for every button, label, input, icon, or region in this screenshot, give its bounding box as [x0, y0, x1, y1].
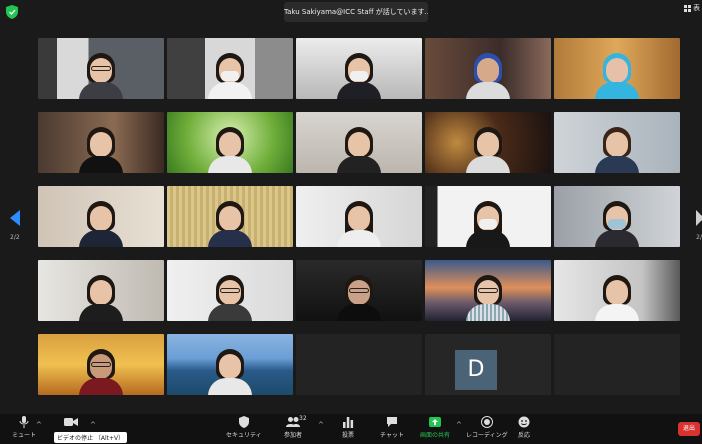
video-tile[interactable]: [38, 260, 164, 321]
mute-label: ミュート: [12, 432, 37, 439]
poll-chart-icon: [343, 417, 354, 428]
mute-button[interactable]: ミュート: [12, 416, 36, 439]
record-label: レコーディング: [466, 432, 508, 439]
poll-label: 投票: [342, 432, 355, 439]
record-button[interactable]: レコーディング: [466, 416, 508, 439]
participant-video: [208, 197, 252, 247]
security-button[interactable]: セキュリティ: [226, 416, 262, 439]
shield-icon[interactable]: [6, 5, 18, 19]
chat-label: チャット: [380, 432, 404, 439]
video-tile[interactable]: [425, 38, 551, 99]
participant-video: [208, 345, 252, 395]
participant-video: [208, 271, 252, 321]
share-screen-button[interactable]: 画面の共有: [420, 416, 450, 439]
participant-video: [466, 197, 510, 247]
participant-video: [595, 271, 639, 321]
security-label: セキュリティ: [226, 432, 262, 439]
video-tile[interactable]: [554, 112, 680, 173]
next-page-arrow[interactable]: [696, 210, 702, 226]
record-icon: [480, 416, 493, 428]
video-tile[interactable]: [167, 112, 293, 173]
video-tile[interactable]: [167, 186, 293, 247]
video-tooltip: ビデオの停止 （Alt+V）: [54, 432, 128, 443]
participant-video: [79, 123, 123, 173]
grid-view-icon: [684, 4, 691, 12]
share-screen-label: 画面の共有: [420, 432, 451, 439]
reactions-button[interactable]: 反応: [518, 416, 530, 439]
microphone-icon: [19, 416, 29, 428]
video-tile[interactable]: [38, 334, 164, 395]
participant-avatar: D: [455, 350, 497, 390]
participant-video: [208, 49, 252, 99]
participant-video: [79, 271, 123, 321]
share-screen-icon: [429, 417, 441, 427]
participant-video: [337, 49, 381, 99]
video-tile[interactable]: [296, 38, 422, 99]
page-indicator-left: 2/2: [10, 234, 20, 241]
participant-video: [595, 123, 639, 173]
active-speaker-banner: Taku Sakiyama@ICC Staff が話しています...: [284, 2, 428, 22]
video-options-caret-icon[interactable]: ^: [90, 421, 96, 429]
video-tile[interactable]: [554, 186, 680, 247]
page-indicator-right: 2/: [696, 234, 702, 241]
video-camera-icon: [64, 418, 78, 426]
previous-page-arrow[interactable]: [10, 210, 20, 226]
video-tile[interactable]: [425, 112, 551, 173]
poll-button[interactable]: 投票: [342, 416, 354, 439]
stop-video-button[interactable]: [64, 416, 78, 430]
video-tile[interactable]: [296, 186, 422, 247]
participants-label: 参加者: [284, 432, 303, 439]
video-tile[interactable]: [425, 260, 551, 321]
participant-video: [79, 49, 123, 99]
participant-video: [337, 197, 381, 247]
video-tile[interactable]: [296, 112, 422, 173]
video-tile[interactable]: [167, 260, 293, 321]
video-tile[interactable]: [38, 38, 164, 99]
chat-button[interactable]: チャット: [380, 416, 404, 439]
top-bar: Taku Sakiyama@ICC Staff が話しています... 表: [0, 0, 702, 28]
participant-video: [595, 49, 639, 99]
participants-options-caret-icon[interactable]: ^: [318, 421, 324, 429]
reactions-label: 反応: [518, 432, 531, 439]
participant-video: [466, 123, 510, 173]
meeting-toolbar: ミュート ^ ビデオの停止 （Alt+V） ^ セキュリティ 参加者 32 ^ …: [0, 414, 702, 444]
video-tile[interactable]: [167, 38, 293, 99]
participant-video: [208, 123, 252, 173]
participants-button[interactable]: 参加者 32: [284, 415, 307, 439]
video-tile[interactable]: [554, 38, 680, 99]
video-gallery: D: [38, 38, 680, 400]
participants-icon: [286, 417, 300, 427]
video-tile[interactable]: [296, 260, 422, 321]
video-tile[interactable]: [167, 334, 293, 395]
security-shield-icon: [238, 416, 249, 428]
participants-count: 32: [299, 415, 307, 422]
audio-options-caret-icon[interactable]: ^: [36, 421, 42, 429]
participant-video: [337, 271, 381, 321]
view-toggle-button[interactable]: 表: [684, 3, 700, 13]
video-tile[interactable]: [38, 186, 164, 247]
participant-video: [595, 197, 639, 247]
video-tile[interactable]: D: [425, 334, 551, 395]
participant-video: [466, 271, 510, 321]
participant-video: [466, 49, 510, 99]
participant-video: [79, 345, 123, 395]
share-options-caret-icon[interactable]: ^: [456, 421, 462, 429]
empty-tile: [296, 334, 422, 395]
smiley-icon: [518, 416, 530, 428]
empty-tile: [554, 334, 680, 395]
chat-bubble-icon: [386, 417, 397, 427]
video-tile[interactable]: [554, 260, 680, 321]
video-tile[interactable]: [425, 186, 551, 247]
participant-video: [337, 123, 381, 173]
view-toggle-label: 表: [693, 4, 700, 12]
participant-video: [79, 197, 123, 247]
leave-meeting-button[interactable]: 退出: [678, 422, 700, 436]
video-tile[interactable]: [38, 112, 164, 173]
